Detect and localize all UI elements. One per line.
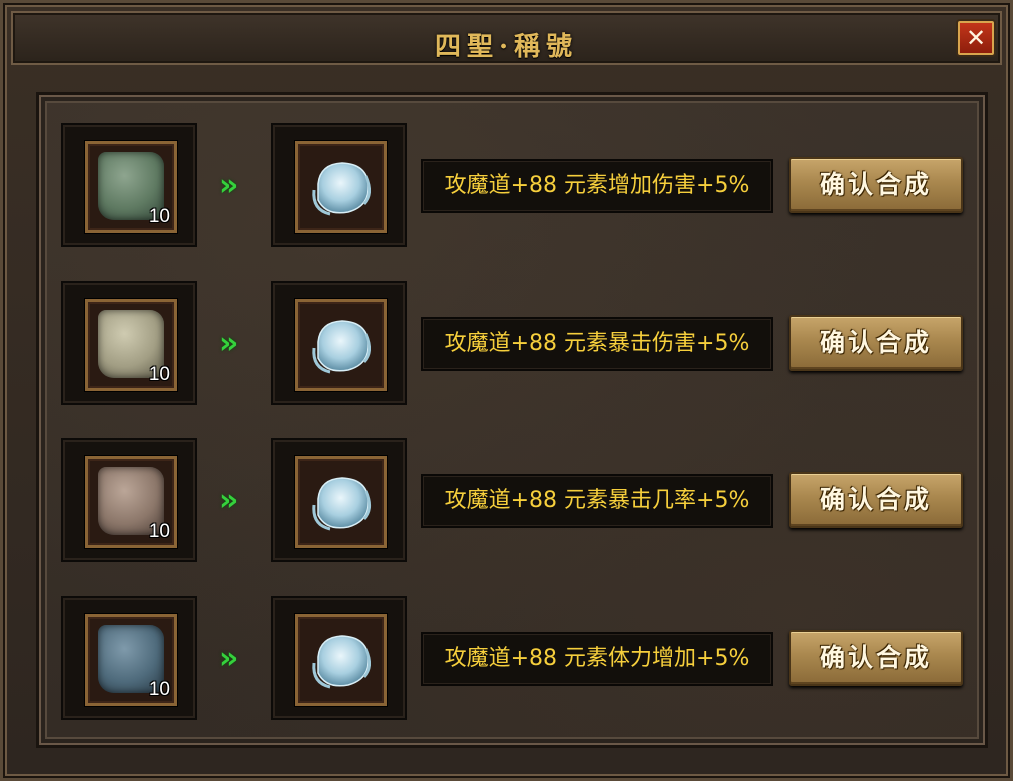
ice-orb-icon bbox=[312, 320, 371, 374]
recipe-panel: 10 » 攻魔道+88 元素增加伤害+5% 确认合成 10 » 攻魔道+88 元… bbox=[41, 97, 983, 743]
material-frame: 10 bbox=[85, 141, 177, 233]
title-bar: 四聖·稱號 ✕ bbox=[11, 11, 1002, 65]
material-slot[interactable]: 10 bbox=[61, 438, 197, 562]
material-frame: 10 bbox=[85, 614, 177, 706]
confirm-synthesis-button[interactable]: 确认合成 bbox=[789, 315, 963, 371]
arrow-right-icon: » bbox=[219, 168, 239, 203]
confirm-synthesis-button[interactable]: 确认合成 bbox=[789, 157, 963, 213]
close-button[interactable]: ✕ bbox=[958, 21, 994, 55]
material-count: 10 bbox=[148, 206, 170, 227]
material-frame: 10 bbox=[85, 456, 177, 548]
confirm-synthesis-button[interactable]: 确认合成 bbox=[789, 472, 963, 528]
recipe-row: 10 » 攻魔道+88 元素体力增加+5% 确认合成 bbox=[45, 596, 987, 722]
recipe-row: 10 » 攻魔道+88 元素暴击伤害+5% 确认合成 bbox=[45, 281, 987, 407]
result-slot[interactable] bbox=[271, 596, 407, 720]
result-frame bbox=[295, 614, 387, 706]
ice-orb-icon bbox=[312, 162, 371, 216]
result-slot[interactable] bbox=[271, 438, 407, 562]
effect-description: 攻魔道+88 元素暴击几率+5% bbox=[421, 474, 773, 528]
material-slot[interactable]: 10 bbox=[61, 123, 197, 247]
window-title: 四聖·稱號 bbox=[434, 32, 579, 62]
synthesis-window: 四聖·稱號 ✕ 10 » 攻魔道+88 元素增加伤害+5% 确认合成 10 » … bbox=[0, 0, 1013, 781]
material-count: 10 bbox=[148, 521, 170, 542]
arrow-right-icon: » bbox=[219, 641, 239, 676]
confirm-synthesis-button[interactable]: 确认合成 bbox=[789, 630, 963, 686]
material-slot[interactable]: 10 bbox=[61, 596, 197, 720]
arrow-right-icon: » bbox=[219, 326, 239, 361]
material-slot[interactable]: 10 bbox=[61, 281, 197, 405]
result-slot[interactable] bbox=[271, 123, 407, 247]
recipe-row: 10 » 攻魔道+88 元素增加伤害+5% 确认合成 bbox=[45, 123, 987, 249]
material-frame: 10 bbox=[85, 299, 177, 391]
ice-orb-icon bbox=[312, 635, 371, 689]
recipe-row: 10 » 攻魔道+88 元素暴击几率+5% 确认合成 bbox=[45, 438, 987, 564]
effect-description: 攻魔道+88 元素暴击伤害+5% bbox=[421, 317, 773, 371]
ice-orb-icon bbox=[312, 477, 371, 531]
result-frame bbox=[295, 141, 387, 233]
result-frame bbox=[295, 299, 387, 391]
effect-description: 攻魔道+88 元素增加伤害+5% bbox=[421, 159, 773, 213]
result-slot[interactable] bbox=[271, 281, 407, 405]
material-count: 10 bbox=[148, 364, 170, 385]
result-frame bbox=[295, 456, 387, 548]
arrow-right-icon: » bbox=[219, 483, 239, 518]
effect-description: 攻魔道+88 元素体力增加+5% bbox=[421, 632, 773, 686]
material-count: 10 bbox=[148, 679, 170, 700]
